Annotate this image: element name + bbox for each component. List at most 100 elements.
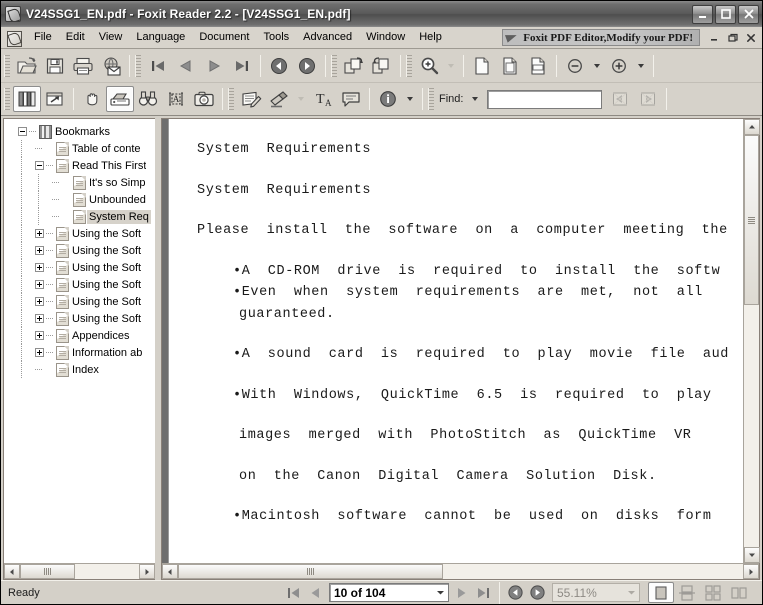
bookmark-item[interactable]: Appendices bbox=[4, 327, 155, 344]
bookmark-item[interactable]: Read This First bbox=[4, 157, 155, 174]
toolbar-grip-nav[interactable] bbox=[135, 54, 141, 77]
tree-expand-button[interactable] bbox=[35, 297, 44, 306]
tree-expand-button[interactable] bbox=[35, 348, 44, 357]
text-select-button[interactable]: A bbox=[162, 86, 190, 112]
tree-expand-button[interactable] bbox=[35, 280, 44, 289]
maximize-button[interactable] bbox=[715, 4, 736, 24]
find-next-button[interactable] bbox=[634, 86, 662, 112]
bookmark-item[interactable]: Information ab bbox=[4, 344, 155, 361]
email-button[interactable] bbox=[97, 53, 125, 79]
document-scroll-thumb[interactable] bbox=[744, 135, 759, 305]
fit-width-button[interactable] bbox=[524, 53, 552, 79]
print-button[interactable] bbox=[69, 53, 97, 79]
page-combo-chevron-down-icon[interactable] bbox=[432, 584, 448, 601]
bookmark-item[interactable]: Using the Soft bbox=[4, 310, 155, 327]
sidebar-scroll-left-button[interactable] bbox=[4, 564, 20, 579]
sidebar-scroll-thumb[interactable] bbox=[20, 564, 75, 579]
page-thumbnail-button[interactable] bbox=[41, 86, 69, 112]
zoom-combo-chevron-down-icon[interactable] bbox=[623, 584, 639, 601]
save-button[interactable] bbox=[41, 53, 69, 79]
next-page-button[interactable] bbox=[200, 53, 228, 79]
single-page-layout-button[interactable] bbox=[648, 582, 674, 603]
tree-expand-button[interactable] bbox=[35, 229, 44, 238]
page-number-combo[interactable]: 10 of 104 bbox=[329, 583, 449, 602]
bookmark-item[interactable]: Table of conte bbox=[4, 140, 155, 157]
sidebar-scroll-track[interactable] bbox=[20, 564, 139, 579]
tree-expand-button[interactable] bbox=[35, 331, 44, 340]
status-next-page-button[interactable] bbox=[451, 583, 473, 603]
pdf-page[interactable]: System Requirements System Requirements Pl… bbox=[168, 119, 743, 563]
fit-page-button[interactable] bbox=[496, 53, 524, 79]
menu-item-edit[interactable]: Edit bbox=[59, 28, 92, 47]
zoom-dropdown-button[interactable] bbox=[443, 53, 459, 79]
bookmark-item[interactable]: It's so Simp bbox=[4, 174, 155, 191]
typewriter-button[interactable]: T A bbox=[309, 86, 337, 112]
go-back-button[interactable] bbox=[265, 53, 293, 79]
toolbar-grip-panels[interactable] bbox=[4, 88, 10, 110]
actual-size-button[interactable] bbox=[468, 53, 496, 79]
close-button[interactable] bbox=[738, 4, 759, 24]
status-forward-button[interactable] bbox=[526, 583, 548, 603]
menu-item-document[interactable]: Document bbox=[192, 28, 256, 47]
continuous-layout-button[interactable] bbox=[674, 582, 700, 603]
bookmarks-panel-button[interactable] bbox=[13, 86, 41, 112]
bookmark-item[interactable]: System Req bbox=[4, 208, 155, 225]
mdi-restore-button[interactable] bbox=[724, 30, 741, 45]
find-previous-button[interactable] bbox=[606, 86, 634, 112]
status-last-page-button[interactable] bbox=[473, 583, 495, 603]
sidebar-scroll-right-button[interactable] bbox=[139, 564, 155, 579]
zoom-in-button[interactable] bbox=[605, 53, 633, 79]
bookmark-item[interactable]: Using the Soft bbox=[4, 242, 155, 259]
tree-expand-button[interactable] bbox=[35, 263, 44, 272]
note-button[interactable] bbox=[337, 86, 365, 112]
bookmarks-tree[interactable]: Bookmarks Table of conte Read This First It… bbox=[4, 119, 155, 563]
document-scroll-track[interactable] bbox=[744, 135, 759, 547]
tree-expand-button[interactable] bbox=[35, 246, 44, 255]
find-dropdown-button[interactable] bbox=[467, 86, 483, 112]
mdi-close-button[interactable] bbox=[742, 30, 759, 45]
mdi-minimize-button[interactable] bbox=[706, 30, 723, 45]
menu-item-tools[interactable]: Tools bbox=[256, 28, 296, 47]
zoom-level-combo[interactable]: 55.11% bbox=[552, 583, 640, 602]
rotate-counterclockwise-button[interactable] bbox=[368, 53, 396, 79]
status-back-button[interactable] bbox=[504, 583, 526, 603]
bookmark-item[interactable]: Using the Soft bbox=[4, 259, 155, 276]
bookmark-item[interactable]: Unbounded bbox=[4, 191, 155, 208]
document-horizontal-scrollbar[interactable] bbox=[162, 563, 759, 579]
toolbar-grip-zoom[interactable] bbox=[406, 54, 412, 77]
document-hscroll-thumb[interactable] bbox=[178, 564, 443, 579]
bookmark-item[interactable]: Using the Soft bbox=[4, 293, 155, 310]
bookmark-item[interactable]: Using the Soft bbox=[4, 276, 155, 293]
bookmark-item[interactable]: Index bbox=[4, 361, 155, 378]
document-scroll-left-button[interactable] bbox=[162, 564, 178, 579]
sidebar-horizontal-scrollbar[interactable] bbox=[4, 563, 155, 579]
open-button[interactable] bbox=[13, 53, 41, 79]
tree-expand-button[interactable] bbox=[35, 314, 44, 323]
bookmark-item[interactable]: Using the Soft bbox=[4, 225, 155, 242]
tree-collapse-button[interactable] bbox=[35, 161, 44, 170]
menu-item-view[interactable]: View bbox=[92, 28, 130, 47]
find-tool-button[interactable] bbox=[134, 86, 162, 112]
bookmark-item[interactable]: Bookmarks bbox=[4, 123, 155, 140]
menu-item-help[interactable]: Help bbox=[412, 28, 449, 47]
find-input[interactable] bbox=[487, 89, 603, 109]
status-previous-page-button[interactable] bbox=[305, 583, 327, 603]
menu-item-language[interactable]: Language bbox=[129, 28, 192, 47]
snapshot-button[interactable] bbox=[190, 86, 218, 112]
page-area[interactable]: System Requirements System Requirements Pl… bbox=[162, 119, 743, 563]
ad-banner[interactable]: Foxit PDF Editor,Modify your PDF! bbox=[502, 29, 700, 46]
go-forward-button[interactable] bbox=[293, 53, 321, 79]
select-tool-button[interactable] bbox=[106, 86, 134, 112]
zoom-tool-button[interactable] bbox=[415, 53, 443, 79]
tree-collapse-button[interactable] bbox=[18, 127, 27, 136]
document-scroll-right-button[interactable] bbox=[743, 564, 759, 579]
toolbar-grip-find[interactable] bbox=[428, 88, 434, 110]
zoom-out-button[interactable] bbox=[561, 53, 589, 79]
hand-tool-button[interactable] bbox=[78, 86, 106, 112]
scroll-down-button[interactable] bbox=[744, 547, 760, 563]
highlight-button[interactable] bbox=[265, 86, 293, 112]
document-info-button[interactable] bbox=[374, 86, 402, 112]
scroll-up-button[interactable] bbox=[744, 119, 760, 135]
rotate-clockwise-button[interactable] bbox=[340, 53, 368, 79]
facing-layout-button[interactable] bbox=[700, 582, 726, 603]
